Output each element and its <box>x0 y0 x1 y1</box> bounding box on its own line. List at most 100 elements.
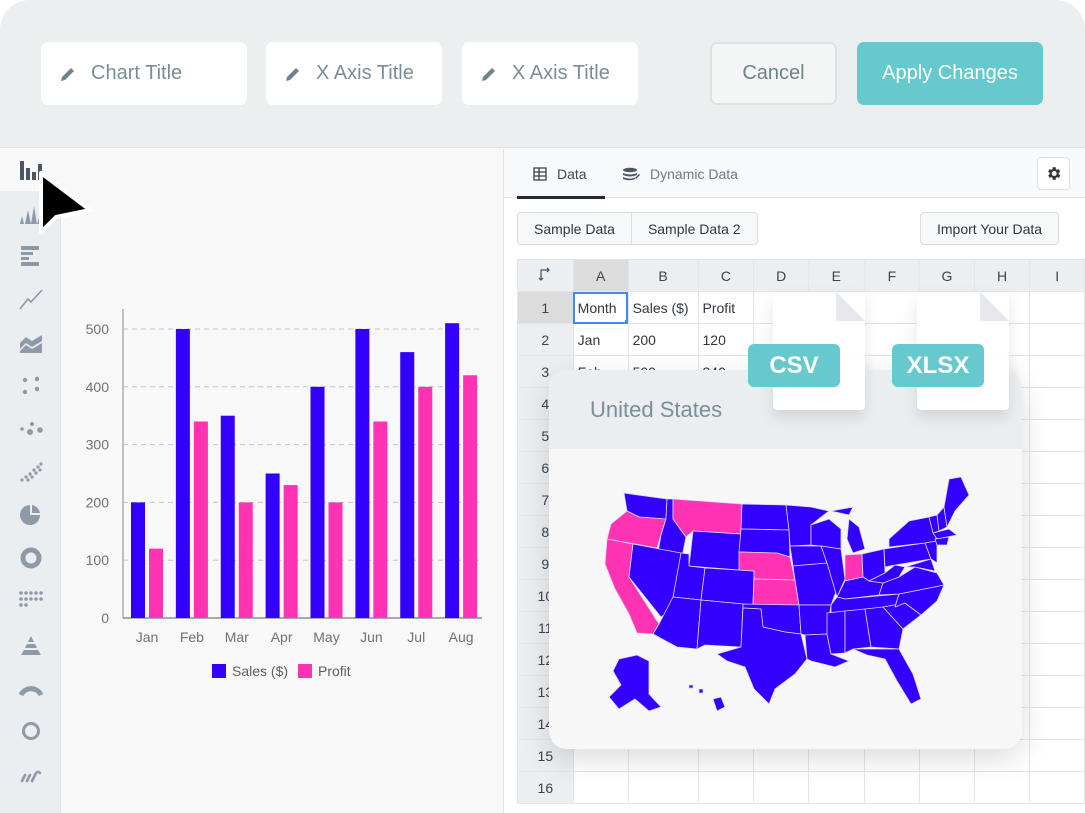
map-state-wyoming[interactable] <box>688 530 742 571</box>
cell-b16[interactable] <box>627 771 699 804</box>
apply-changes-button[interactable]: Apply Changes <box>857 42 1043 105</box>
cell-i15[interactable] <box>1029 739 1085 772</box>
cancel-button[interactable]: Cancel <box>710 42 837 105</box>
dot-plot-icon[interactable] <box>16 373 46 399</box>
cell-b1[interactable]: Sales ($) <box>627 291 699 324</box>
column-header-c[interactable]: C <box>697 259 755 292</box>
column-header-e[interactable]: E <box>807 259 865 292</box>
cell-i1[interactable] <box>1029 291 1085 324</box>
second-axis-title-input[interactable]: X Axis Title <box>462 42 638 105</box>
cell-i6[interactable] <box>1029 451 1085 484</box>
import-data-button[interactable]: Import Your Data <box>920 212 1060 245</box>
map-state-indiana[interactable] <box>844 553 864 582</box>
bubble-chart-icon[interactable] <box>16 416 46 442</box>
cell-i10[interactable] <box>1029 579 1085 612</box>
waffle-chart-icon[interactable] <box>16 587 46 613</box>
cell-c1[interactable]: Profit <box>697 291 755 324</box>
chart-title-input[interactable]: Chart Title <box>41 42 247 105</box>
bar-sales-may[interactable] <box>310 386 325 618</box>
bar-sales-jun[interactable] <box>355 329 370 618</box>
sparkline-icon[interactable] <box>16 762 46 788</box>
bar-profit-apr[interactable] <box>283 485 298 618</box>
map-state-montana[interactable] <box>672 498 743 538</box>
settings-button[interactable] <box>1037 157 1070 190</box>
sample-data-button[interactable]: Sample Data <box>517 212 632 245</box>
column-header-b[interactable]: B <box>627 259 699 292</box>
cell-i2[interactable] <box>1029 323 1085 356</box>
bar-sales-mar[interactable] <box>220 415 235 618</box>
cell-i8[interactable] <box>1029 515 1085 548</box>
x-axis-title-input[interactable]: X Axis Title <box>266 42 442 105</box>
cell-i13[interactable] <box>1029 675 1085 708</box>
map-state-wisconsin[interactable] <box>810 518 842 550</box>
bar-chart-icon[interactable] <box>16 243 46 269</box>
row-header[interactable]: 1 <box>517 291 574 324</box>
xlsx-badge[interactable]: XLSX <box>892 344 984 387</box>
tab-dynamic-data[interactable]: Dynamic Data <box>622 149 738 198</box>
cell-a1[interactable]: Month <box>572 291 629 324</box>
map-state-colorado[interactable] <box>700 567 755 606</box>
cell-i5[interactable] <box>1029 419 1085 452</box>
cell-b2[interactable]: 200 <box>627 323 699 356</box>
bar-sales-jul[interactable] <box>400 352 415 618</box>
map-state-alaska[interactable] <box>608 654 662 712</box>
cell-f16[interactable] <box>863 771 921 804</box>
bar-sales-aug[interactable] <box>445 323 460 618</box>
radial-chart-icon[interactable] <box>16 718 46 744</box>
cell-i7[interactable] <box>1029 483 1085 516</box>
map-state-hawaii[interactable] <box>688 684 726 712</box>
cell-c16[interactable] <box>697 771 755 804</box>
map-state-maine[interactable] <box>943 476 970 528</box>
map-state-new-mexico[interactable] <box>696 599 744 650</box>
map-state-arkansas[interactable] <box>798 604 832 636</box>
sample-data-2-button[interactable]: Sample Data 2 <box>631 212 758 245</box>
donut-chart-icon[interactable] <box>16 545 46 571</box>
column-header-a[interactable]: A <box>572 259 629 292</box>
tab-data[interactable]: Data <box>517 149 605 199</box>
scatter-plot-icon[interactable] <box>16 459 46 485</box>
cell-d16[interactable] <box>753 771 809 804</box>
column-header-i[interactable]: I <box>1029 259 1085 292</box>
cell-h16[interactable] <box>973 771 1031 804</box>
pie-chart-icon[interactable] <box>16 502 46 528</box>
column-header-g[interactable]: G <box>919 259 975 292</box>
cell-i14[interactable] <box>1029 707 1085 740</box>
bar-sales-feb[interactable] <box>175 329 190 618</box>
bar-profit-may[interactable] <box>328 502 343 618</box>
gauge-chart-icon[interactable] <box>16 676 46 702</box>
map-state-florida[interactable] <box>852 648 922 705</box>
cell-i12[interactable] <box>1029 643 1085 676</box>
bar-sales-apr[interactable] <box>265 473 280 619</box>
cell-e16[interactable] <box>807 771 865 804</box>
cell-g16[interactable] <box>919 771 975 804</box>
cell-f1[interactable] <box>863 291 921 324</box>
cell-a16[interactable] <box>572 771 629 804</box>
bar-profit-feb[interactable] <box>193 421 208 618</box>
csv-badge[interactable]: CSV <box>748 344 840 387</box>
bar-sales-jan[interactable] <box>131 502 145 618</box>
cell-i9[interactable] <box>1029 547 1085 580</box>
row-header[interactable]: 2 <box>517 323 574 356</box>
map-state-kansas[interactable] <box>752 578 800 606</box>
column-header-h[interactable]: H <box>973 259 1031 292</box>
bar-profit-aug[interactable] <box>463 375 478 618</box>
row-header[interactable]: 16 <box>517 771 574 804</box>
bar-profit-jul[interactable] <box>418 386 433 618</box>
corner-cell[interactable] <box>517 259 574 292</box>
cell-a2[interactable]: Jan <box>572 323 629 356</box>
cell-i3[interactable] <box>1029 355 1085 388</box>
line-chart-icon[interactable] <box>16 286 46 312</box>
bar-profit-jan[interactable] <box>149 548 163 618</box>
map-state-north-dakota[interactable] <box>740 503 790 531</box>
column-header-f[interactable]: F <box>863 259 921 292</box>
map-state-iowa[interactable] <box>789 545 828 567</box>
area-chart-icon[interactable] <box>16 330 46 356</box>
cell-i11[interactable] <box>1029 611 1085 644</box>
bar-profit-mar[interactable] <box>238 502 253 618</box>
map-state-mississippi[interactable] <box>826 610 846 655</box>
cell-i4[interactable] <box>1029 387 1085 420</box>
pyramid-chart-icon[interactable] <box>16 632 46 658</box>
column-header-d[interactable]: D <box>753 259 809 292</box>
cell-i16[interactable] <box>1029 771 1085 804</box>
cell-c2[interactable]: 120 <box>697 323 755 356</box>
